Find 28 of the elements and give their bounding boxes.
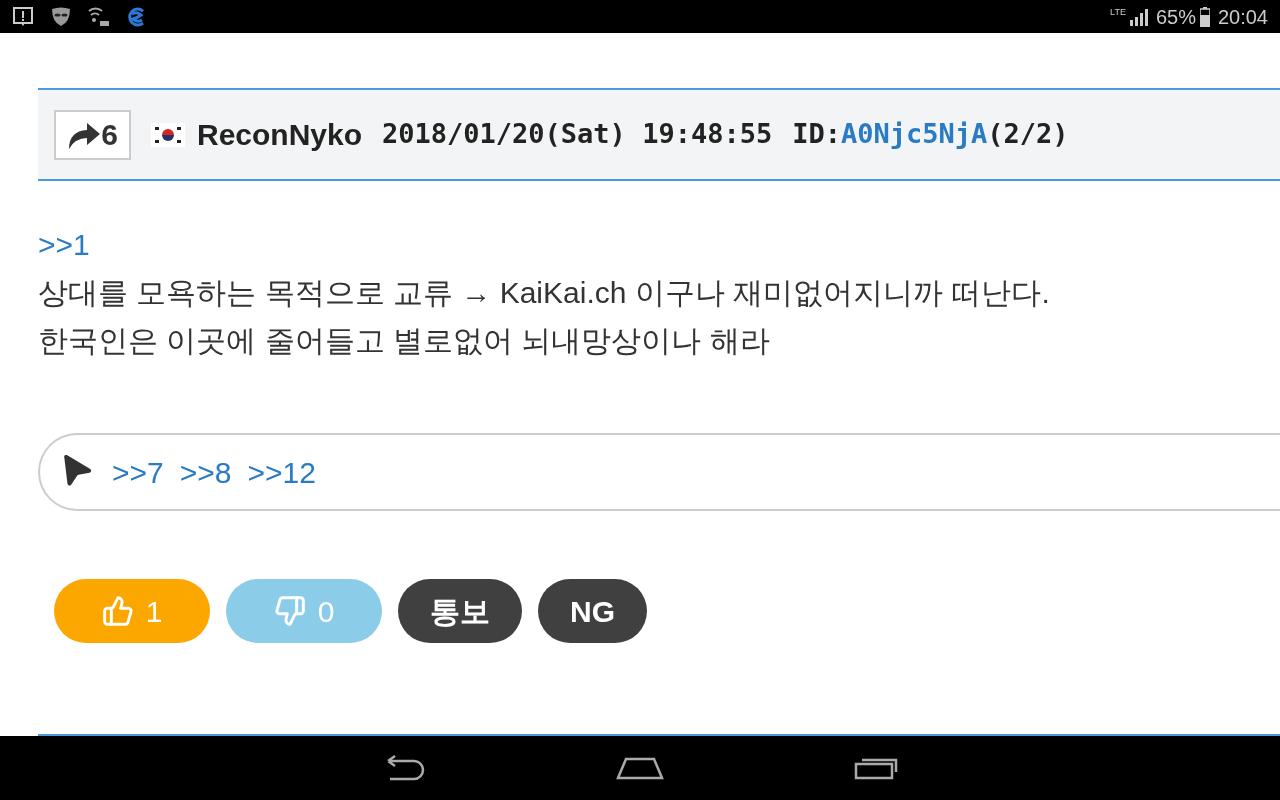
battery-percent: 65% bbox=[1155, 4, 1196, 30]
post-date: 2018/01/20(Sat) 19:48:55 bbox=[382, 117, 773, 152]
network-label: LTE bbox=[1110, 5, 1126, 19]
user-id-link[interactable]: A0Njc5NjA bbox=[840, 114, 988, 155]
thumbs-up-icon bbox=[101, 595, 134, 627]
signal-icon bbox=[1129, 7, 1148, 26]
thumbs-down-icon bbox=[273, 595, 306, 627]
reply-link[interactable]: >>7 bbox=[112, 449, 164, 495]
author-name: ReconNyko bbox=[197, 117, 363, 153]
flag-icon bbox=[151, 122, 185, 147]
share-button[interactable]: 6 bbox=[54, 109, 131, 160]
reply-link[interactable]: >>1 bbox=[38, 221, 90, 269]
post-text: 한국인은 이곳에 줄어들고 별로없어 뇌내망상이나 해라 bbox=[38, 323, 771, 359]
action-button[interactable]: NG bbox=[538, 579, 647, 643]
id-count: (2/2) bbox=[987, 117, 1069, 152]
clock: 20:04 bbox=[1217, 4, 1268, 30]
reply-link[interactable]: >>12 bbox=[247, 449, 316, 495]
alert-icon bbox=[12, 5, 34, 28]
reply-link[interactable]: >>8 bbox=[179, 449, 232, 495]
id-label: ID: bbox=[792, 117, 841, 152]
post-text: 상대를 모욕하는 목적으로 교류 → KaiKai.ch 이구나 재미없어지니까 떠난다. bbox=[38, 275, 1051, 311]
share-arrow-icon bbox=[67, 120, 102, 149]
mask-icon bbox=[50, 5, 72, 28]
battery-icon bbox=[1199, 6, 1210, 27]
recent-apps-icon[interactable] bbox=[854, 756, 900, 780]
action-button[interactable]: 통보 bbox=[398, 579, 522, 643]
wireless-icon bbox=[88, 5, 110, 28]
home-icon[interactable] bbox=[616, 756, 664, 780]
